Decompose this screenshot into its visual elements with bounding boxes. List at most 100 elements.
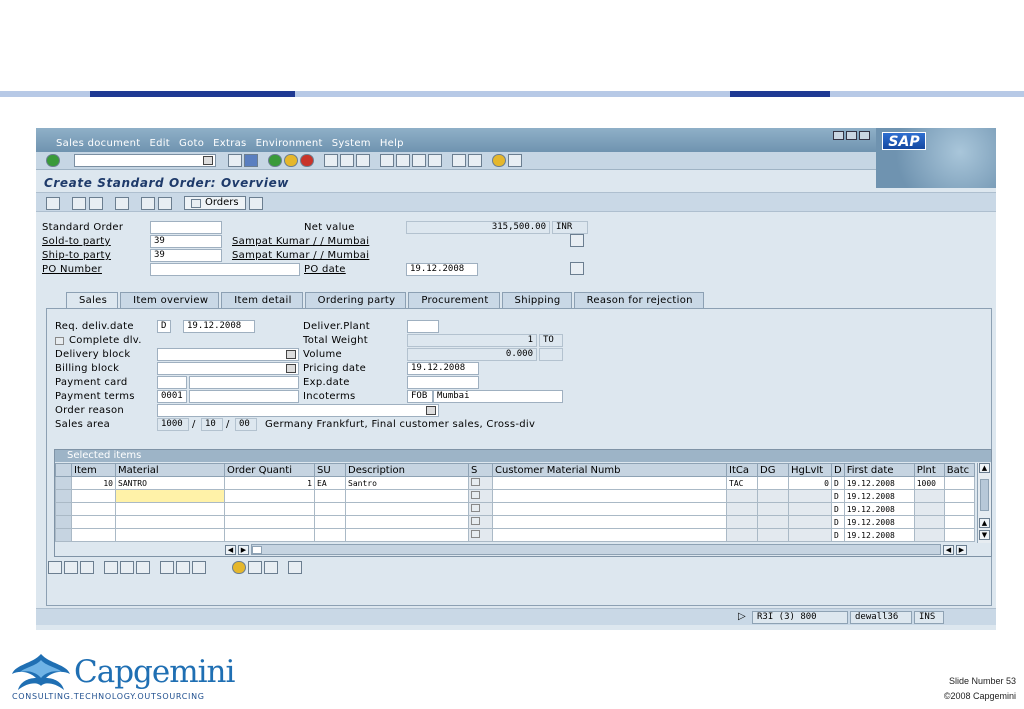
table-cell[interactable] <box>788 528 832 542</box>
hscroll-thumb[interactable] <box>252 546 262 554</box>
column-header[interactable]: Customer Material Numb <box>492 463 727 477</box>
delete-row-icon[interactable] <box>80 561 94 574</box>
tab-shipping[interactable]: Shipping <box>501 292 572 308</box>
payment-terms-desc-field[interactable] <box>189 390 299 403</box>
select-block-icon[interactable] <box>136 561 150 574</box>
copy-icon[interactable] <box>141 196 155 210</box>
table-cell[interactable]: 19.12.2008 <box>843 502 915 516</box>
orders-button[interactable]: Orders <box>184 196 246 210</box>
menu-system[interactable]: System <box>332 138 371 152</box>
column-header[interactable]: ItCa <box>726 463 758 477</box>
display-doc-flow-icon[interactable] <box>46 196 60 210</box>
first-page-icon[interactable] <box>380 154 394 167</box>
row-selector[interactable] <box>55 476 72 490</box>
table-row[interactable]: D 19.12.2008 <box>55 528 975 542</box>
deliver-plant-field[interactable] <box>407 320 439 333</box>
table-cell[interactable] <box>224 515 315 529</box>
req-deliv-date-field[interactable]: 19.12.2008 <box>183 320 255 333</box>
table-cell[interactable] <box>115 489 225 503</box>
header-detail-icon[interactable] <box>570 262 584 275</box>
scroll-down-icon[interactable]: ▲ <box>979 518 990 528</box>
cancel-icon[interactable] <box>300 154 314 167</box>
table-cell[interactable] <box>757 528 789 542</box>
menu-edit[interactable]: Edit <box>149 138 170 152</box>
minimize-icon[interactable] <box>833 131 844 140</box>
close-icon[interactable] <box>859 131 870 140</box>
billing-block-field[interactable] <box>157 362 299 375</box>
table-cell[interactable] <box>943 476 975 490</box>
more-icon[interactable] <box>248 196 263 210</box>
system-info[interactable]: R3I (3) 800 <box>752 611 848 624</box>
status-checkbox[interactable] <box>471 517 480 525</box>
table-cell[interactable] <box>943 515 975 529</box>
table-cell[interactable] <box>345 515 469 529</box>
payment-terms-field[interactable]: 0001 <box>157 390 187 403</box>
column-header[interactable]: Plnt <box>913 463 945 477</box>
menu-sales-document[interactable]: Sales document <box>56 138 140 152</box>
sold-to-name[interactable]: Sampat Kumar / / Mumbai <box>232 236 369 247</box>
table-cell[interactable] <box>314 515 346 529</box>
status-checkbox[interactable] <box>471 504 480 512</box>
dropdown-icon[interactable] <box>426 406 436 415</box>
back-arrow-icon[interactable] <box>228 154 242 167</box>
table-cell[interactable]: 1 <box>224 476 315 490</box>
table-cell[interactable] <box>757 515 789 529</box>
payment-card-field[interactable] <box>189 376 299 389</box>
tab-item-overview[interactable]: Item overview <box>120 292 220 308</box>
table-cell[interactable]: D <box>831 476 845 490</box>
table-cell[interactable] <box>468 515 493 529</box>
shipping-icon[interactable] <box>248 561 262 574</box>
payment-card-type-field[interactable] <box>157 376 187 389</box>
column-header[interactable]: DG <box>757 463 789 477</box>
schedule-lines-icon[interactable] <box>192 561 206 574</box>
column-header[interactable]: D <box>831 463 845 477</box>
tab-procurement[interactable]: Procurement <box>408 292 500 308</box>
fast-change-icon[interactable] <box>89 196 103 210</box>
find-next-icon[interactable] <box>356 154 370 167</box>
po-number-field[interactable] <box>150 263 300 276</box>
selector-header[interactable] <box>55 463 72 477</box>
column-header[interactable]: Description <box>345 463 469 477</box>
po-date-label[interactable]: PO date <box>304 264 346 275</box>
order-reason-field[interactable] <box>157 404 439 417</box>
table-row[interactable]: 10 SANTRO 1 EA Santro TAC 0 D 19.12.2008 1000 <box>55 476 975 490</box>
document-icon[interactable] <box>570 234 584 247</box>
dropdown-icon[interactable] <box>286 364 296 373</box>
sold-to-field[interactable]: 39 <box>150 235 222 248</box>
select-all-icon[interactable] <box>104 561 118 574</box>
table-cell[interactable] <box>757 476 789 490</box>
column-header[interactable]: HgLvIt <box>788 463 832 477</box>
ship-to-name[interactable]: Sampat Kumar / / Mumbai <box>232 250 369 261</box>
incoterms-place-field[interactable]: Mumbai <box>433 390 563 403</box>
table-cell[interactable] <box>224 528 315 542</box>
save-icon[interactable] <box>244 154 258 167</box>
scroll-right-icon[interactable]: ▶ <box>238 545 249 555</box>
status-overview-icon[interactable] <box>115 196 129 210</box>
delivery-block-field[interactable] <box>157 348 299 361</box>
table-cell[interactable] <box>943 528 975 542</box>
column-header[interactable]: Material <box>115 463 225 477</box>
help-icon[interactable] <box>492 154 506 167</box>
edit-icon[interactable] <box>264 561 278 574</box>
table-cell[interactable]: 10 <box>71 476 116 490</box>
scroll-up-icon[interactable]: ▲ <box>979 463 990 473</box>
table-cell[interactable]: SANTRO <box>115 476 225 490</box>
table-cell[interactable]: D <box>831 489 845 503</box>
table-row[interactable]: D 19.12.2008 <box>55 515 975 529</box>
table-cell[interactable]: D <box>831 528 845 542</box>
table-cell[interactable] <box>314 528 346 542</box>
table-cell[interactable]: D <box>831 515 845 529</box>
shortcut-icon[interactable] <box>468 154 482 167</box>
pricing-icon[interactable] <box>160 561 174 574</box>
previous-page-icon[interactable] <box>396 154 410 167</box>
incoterms-code-field[interactable]: FOB <box>407 390 433 403</box>
table-cell[interactable]: TAC <box>726 476 758 490</box>
table-cell[interactable]: 19.12.2008 <box>843 515 915 529</box>
table-cell[interactable] <box>314 502 346 516</box>
table-row[interactable]: D 19.12.2008 <box>55 489 975 503</box>
menu-help[interactable]: Help <box>380 138 404 152</box>
layout-icon[interactable] <box>508 154 522 167</box>
table-cell[interactable] <box>71 528 116 542</box>
row-selector[interactable] <box>55 502 72 516</box>
sold-to-label[interactable]: Sold-to party <box>42 236 111 247</box>
